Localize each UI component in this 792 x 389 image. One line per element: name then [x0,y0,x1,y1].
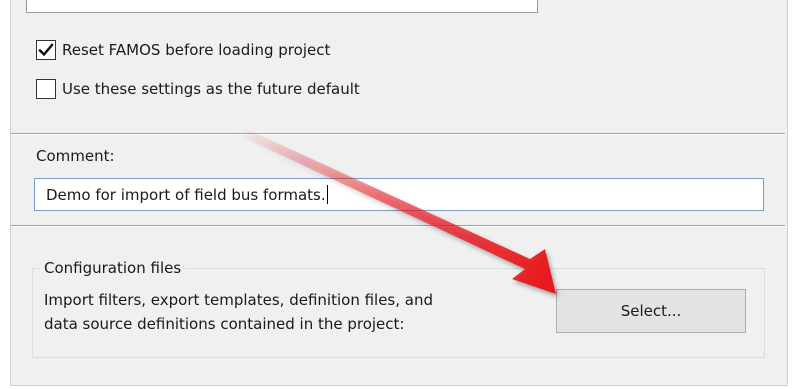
future-default-option[interactable]: Use these settings as the future default [36,77,360,101]
reset-famos-checkbox[interactable] [36,40,56,60]
future-default-label: Use these settings as the future default [62,80,360,98]
configuration-files-title: Configuration files [40,259,186,277]
comment-input[interactable]: Demo for import of field bus formats. [34,178,764,211]
text-caret [326,185,328,204]
section-divider [11,225,785,227]
comment-value: Demo for import of field bus formats. [46,185,326,204]
top-text-field[interactable] [26,0,538,13]
select-button[interactable]: Select... [556,289,746,333]
checkmark-icon [38,43,54,57]
comment-label: Comment: [36,147,115,165]
description-line: Import filters, export templates, defini… [44,291,434,309]
reset-famos-label: Reset FAMOS before loading project [62,41,331,59]
configuration-files-description: Import filters, export templates, defini… [44,288,433,336]
future-default-checkbox[interactable] [36,79,56,99]
reset-famos-option[interactable]: Reset FAMOS before loading project [36,38,330,62]
description-line: data source definitions contained in the… [44,315,405,333]
section-divider [11,133,785,135]
